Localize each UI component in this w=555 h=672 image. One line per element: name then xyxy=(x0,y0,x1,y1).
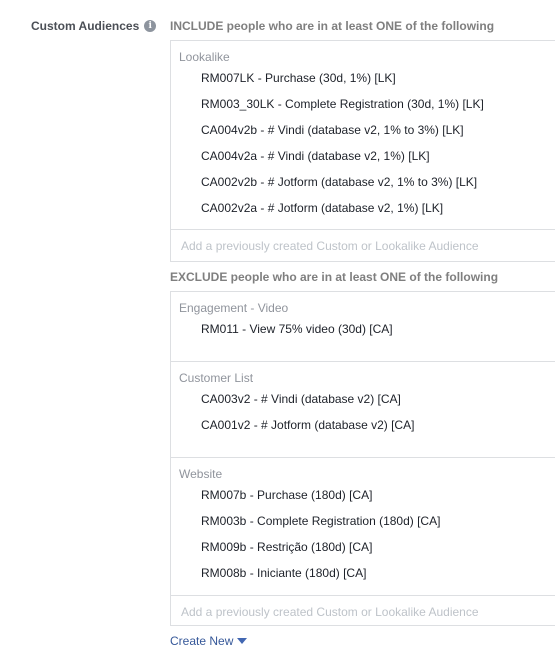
audience-item[interactable]: RM008b - Iniciante (180d) [CA] xyxy=(171,560,555,586)
custom-audiences-label-text: Custom Audiences xyxy=(31,19,140,33)
audience-item[interactable]: CA004v2b - # Vindi (database v2, 1% to 3… xyxy=(171,117,555,143)
audience-item[interactable]: CA004v2a - # Vindi (database v2, 1%) [LK… xyxy=(171,143,555,169)
create-new-label: Create New xyxy=(170,634,234,648)
audience-item[interactable]: RM009b - Restrição (180d) [CA] xyxy=(171,534,555,560)
exclude-audience-box: Engagement - Video RM011 - View 75% vide… xyxy=(170,291,555,626)
audience-item[interactable]: RM003_30LK - Complete Registration (30d,… xyxy=(171,91,555,117)
section-title-engagement-video: Engagement - Video xyxy=(179,301,289,315)
audience-item[interactable]: RM003b - Complete Registration (180d) [C… xyxy=(171,508,555,534)
caret-down-icon xyxy=(237,638,248,644)
section-title-website: Website xyxy=(179,467,223,481)
section-title-lookalike: Lookalike xyxy=(179,50,230,64)
include-heading: INCLUDE people who are in at least ONE o… xyxy=(170,19,495,33)
audience-item[interactable]: CA003v2 - # Vindi (database v2) [CA] xyxy=(171,386,555,412)
exclude-section-website: Website RM007b - Purchase (180d) [CA] RM… xyxy=(171,458,555,596)
exclude-section-engagement-video: Engagement - Video RM011 - View 75% vide… xyxy=(171,292,555,362)
info-icon[interactable]: i xyxy=(144,20,157,32)
audience-item[interactable]: CA001v2 - # Jotform (database v2) [CA] xyxy=(171,412,555,438)
audience-item[interactable]: RM011 - View 75% video (30d) [CA] xyxy=(171,316,555,342)
include-audience-box: Lookalike RM007LK - Purchase (30d, 1%) [… xyxy=(170,40,555,262)
custom-audiences-label: Custom Audiences i xyxy=(31,19,157,33)
audience-item[interactable]: RM007b - Purchase (180d) [CA] xyxy=(171,482,555,508)
custom-audiences-panel: Custom Audiences i INCLUDE people who ar… xyxy=(0,0,555,672)
audience-item[interactable]: CA002v2a - # Jotform (database v2, 1%) [… xyxy=(171,195,555,221)
section-title-customer-list: Customer List xyxy=(179,371,254,385)
exclude-heading: EXCLUDE people who are in at least ONE o… xyxy=(170,270,499,284)
include-section-lookalike: Lookalike RM007LK - Purchase (30d, 1%) [… xyxy=(171,41,555,230)
audience-item[interactable]: CA002v2b - # Jotform (database v2, 1% to… xyxy=(171,169,555,195)
exclude-audience-input[interactable]: Add a previously created Custom or Looka… xyxy=(171,596,555,628)
exclude-section-customer-list: Customer List CA003v2 - # Vindi (databas… xyxy=(171,362,555,458)
include-audience-input[interactable]: Add a previously created Custom or Looka… xyxy=(171,230,555,262)
audience-item[interactable]: RM007LK - Purchase (30d, 1%) [LK] xyxy=(171,65,555,91)
create-new-button[interactable]: Create New xyxy=(170,634,248,648)
